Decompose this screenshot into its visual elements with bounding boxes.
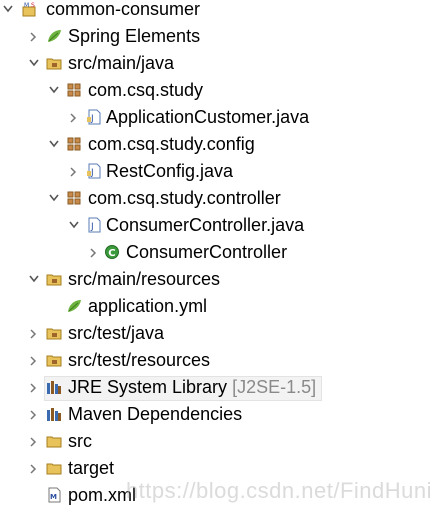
chevron-right-icon[interactable]: [28, 23, 42, 50]
tree-item-jre-system-library[interactable]: JRE System Library [J2SE-1.5]: [0, 374, 442, 401]
chevron-down-icon[interactable]: [48, 131, 62, 158]
chevron-down-icon[interactable]: [28, 266, 42, 293]
tree-item-label: com.csq.study: [88, 80, 204, 100]
tree-item-package-controller[interactable]: com.csq.study.controller: [0, 185, 442, 212]
project-name: common-consumer: [46, 0, 201, 19]
svg-text:C: C: [108, 248, 115, 259]
tree-item-label: RestConfig.java: [106, 161, 234, 181]
tree-item-label: src/main/java: [68, 53, 175, 73]
chevron-down-icon[interactable]: [48, 77, 62, 104]
class-icon: C: [104, 244, 120, 260]
chevron-down-icon[interactable]: [48, 185, 62, 212]
xml-file-icon: M: [46, 487, 62, 503]
source-folder-icon: [46, 271, 62, 287]
tree-item-label: src/main/resources: [68, 269, 221, 289]
package-icon: [66, 190, 82, 206]
project-explorer-tree: M S common-consumer Spring Elements src/…: [0, 0, 442, 509]
folder-icon: [46, 460, 62, 476]
tree-item-decoration: [J2SE-1.5]: [232, 377, 317, 397]
tree-item-target[interactable]: target: [0, 455, 442, 482]
spring-leaf-icon: [46, 28, 62, 44]
svg-text:M: M: [50, 493, 57, 501]
tree-item-label: JRE System Library: [68, 377, 228, 397]
tree-item-src-test-resources[interactable]: src/test/resources: [0, 347, 442, 374]
tree-item-label: src/test/resources: [68, 350, 211, 370]
package-icon: [66, 82, 82, 98]
chevron-right-icon[interactable]: [28, 320, 42, 347]
tree-item-project[interactable]: M S common-consumer: [0, 0, 442, 23]
tree-item-src-main-java[interactable]: src/main/java: [0, 50, 442, 77]
source-folder-icon: [46, 55, 62, 71]
tree-item-label: ConsumerController.java: [106, 215, 305, 235]
tree-item-label: com.csq.study.controller: [88, 188, 281, 208]
library-icon: [46, 379, 62, 395]
folder-icon: [46, 433, 62, 449]
java-file-icon: J: [86, 163, 102, 179]
tree-item-spring-elements[interactable]: Spring Elements: [0, 23, 442, 50]
chevron-right-icon[interactable]: [88, 239, 102, 266]
java-file-icon: J: [86, 217, 102, 233]
chevron-right-icon[interactable]: [68, 104, 82, 131]
chevron-right-icon[interactable]: [28, 428, 42, 455]
chevron-down-icon[interactable]: [28, 50, 42, 77]
svg-text:S: S: [31, 2, 35, 9]
tree-item-package-config[interactable]: com.csq.study.config: [0, 131, 442, 158]
tree-item-label: ConsumerController: [126, 242, 288, 262]
tree-item-label: pom.xml: [68, 485, 137, 505]
tree-item-label: src/test/java: [68, 323, 165, 343]
source-folder-icon: [46, 325, 62, 341]
tree-item-package-study[interactable]: com.csq.study: [0, 77, 442, 104]
tree-item-label: Spring Elements: [68, 26, 201, 46]
tree-item-rest-config[interactable]: J RestConfig.java: [0, 158, 442, 185]
chevron-right-icon[interactable]: [28, 401, 42, 428]
tree-item-label: src: [68, 431, 92, 451]
tree-item-src-main-resources[interactable]: src/main/resources: [0, 266, 442, 293]
tree-item-consumer-controller-class[interactable]: C ConsumerController: [0, 239, 442, 266]
spring-leaf-icon: [66, 298, 82, 314]
tree-item-application-customer[interactable]: J ApplicationCustomer.java: [0, 104, 442, 131]
tree-item-label: com.csq.study.config: [88, 134, 255, 154]
tree-item-label: Maven Dependencies: [68, 404, 243, 424]
tree-item-label: ApplicationCustomer.java: [106, 107, 310, 127]
tree-item-application-yml[interactable]: application.yml: [0, 293, 442, 320]
source-folder-icon: [46, 352, 62, 368]
tree-item-label: application.yml: [88, 296, 208, 316]
tree-item-label: target: [68, 458, 115, 478]
tree-item-label-group: JRE System Library [J2SE-1.5]: [68, 374, 316, 401]
maven-project-icon: M S: [22, 1, 38, 17]
java-file-icon: J: [86, 109, 102, 125]
tree-item-src-test-java[interactable]: src/test/java: [0, 320, 442, 347]
chevron-right-icon[interactable]: [68, 158, 82, 185]
package-icon: [66, 136, 82, 152]
svg-text:M: M: [24, 2, 29, 9]
tree-item-maven-dependencies[interactable]: Maven Dependencies: [0, 401, 442, 428]
tree-item-consumer-controller-java[interactable]: J ConsumerController.java: [0, 212, 442, 239]
tree-item-src[interactable]: src: [0, 428, 442, 455]
chevron-right-icon[interactable]: [28, 347, 42, 374]
library-icon: [46, 406, 62, 422]
chevron-down-icon[interactable]: [2, 0, 16, 23]
chevron-right-icon[interactable]: [28, 455, 42, 482]
tree-item-pom-xml[interactable]: M pom.xml: [0, 482, 442, 509]
chevron-right-icon[interactable]: [28, 374, 42, 401]
chevron-down-icon[interactable]: [68, 212, 82, 239]
svg-text:J: J: [90, 222, 94, 232]
